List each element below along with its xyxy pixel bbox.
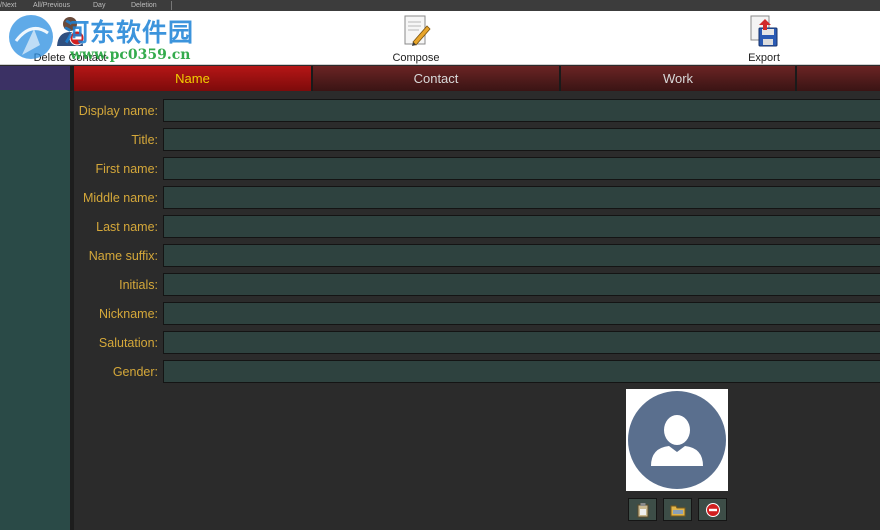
middle-name-field[interactable] xyxy=(163,186,880,209)
top-item-deletion[interactable]: Deletion xyxy=(131,2,171,9)
person-remove-icon xyxy=(53,14,87,48)
name-suffix-field[interactable] xyxy=(163,244,880,267)
export-button[interactable]: Export xyxy=(724,11,804,65)
form-row-salutation: Salutation: xyxy=(74,328,880,357)
compose-label: Compose xyxy=(392,52,440,64)
toolbar: Delete Contact Compose Export xyxy=(0,11,880,65)
form-row-first-name: First name: xyxy=(74,154,880,183)
gender-field[interactable] xyxy=(163,360,880,383)
display-name-label: Display name: xyxy=(78,103,158,118)
tab-contact[interactable]: Contact xyxy=(313,66,561,91)
last-name-field[interactable] xyxy=(163,215,880,238)
photo-open-button[interactable] xyxy=(663,498,692,521)
nickname-field[interactable] xyxy=(163,302,880,325)
top-item-all-previous[interactable]: All/Previous xyxy=(33,2,93,9)
photo-remove-button[interactable] xyxy=(698,498,727,521)
tab-name[interactable]: Name xyxy=(74,66,313,91)
left-panel-header xyxy=(0,66,70,90)
compose-button[interactable]: Compose xyxy=(376,11,456,65)
form-row-title: Title: xyxy=(74,125,880,154)
form-row-gender: Gender: xyxy=(74,357,880,386)
export-label: Export xyxy=(748,52,780,64)
form-row-last-name: Last name: xyxy=(74,212,880,241)
floppy-export-icon xyxy=(747,14,781,48)
photo-actions xyxy=(628,498,727,521)
tab-bar: Name Contact Work xyxy=(74,66,880,91)
gender-label: Gender: xyxy=(112,364,158,379)
form-row-nickname: Nickname: xyxy=(74,299,880,328)
initials-field[interactable] xyxy=(163,273,880,296)
form-row-middle-name: Middle name: xyxy=(74,183,880,212)
top-separator xyxy=(171,1,172,10)
form-row-display-name: Display name: xyxy=(74,96,880,125)
top-item-day[interactable]: Day xyxy=(93,2,131,9)
top-menu-strip: /Next All/Previous Day Deletion xyxy=(0,0,880,11)
top-item-next[interactable]: /Next xyxy=(0,2,33,9)
name-suffix-label: Name suffix: xyxy=(88,248,158,263)
title-label: Title: xyxy=(131,132,158,147)
delete-contact-button[interactable]: Delete Contact xyxy=(30,11,110,65)
contact-photo[interactable] xyxy=(626,389,728,491)
clipboard-icon xyxy=(637,502,648,517)
last-name-label: Last name: xyxy=(96,219,158,234)
left-panel[interactable] xyxy=(0,90,70,530)
first-name-label: First name: xyxy=(95,161,158,176)
display-name-field[interactable] xyxy=(163,99,880,122)
title-field[interactable] xyxy=(163,128,880,151)
nickname-label: Nickname: xyxy=(98,306,158,321)
form-row-name-suffix: Name suffix: xyxy=(74,241,880,270)
first-name-field[interactable] xyxy=(163,157,880,180)
remove-icon xyxy=(705,502,720,517)
tab-work[interactable]: Work xyxy=(561,66,797,91)
tab-more[interactable] xyxy=(797,66,880,91)
salutation-field[interactable] xyxy=(163,331,880,354)
photo-paste-button[interactable] xyxy=(628,498,657,521)
folder-icon xyxy=(670,505,685,516)
salutation-label: Salutation: xyxy=(98,335,158,350)
initials-label: Initials: xyxy=(119,277,158,292)
middle-name-label: Middle name: xyxy=(82,190,158,205)
name-form: Display name: Title: First name: Middle … xyxy=(74,96,880,386)
form-row-initials: Initials: xyxy=(74,270,880,299)
avatar-icon xyxy=(628,391,726,489)
pencil-document-icon xyxy=(399,14,433,48)
delete-contact-label: Delete Contact xyxy=(33,52,107,64)
